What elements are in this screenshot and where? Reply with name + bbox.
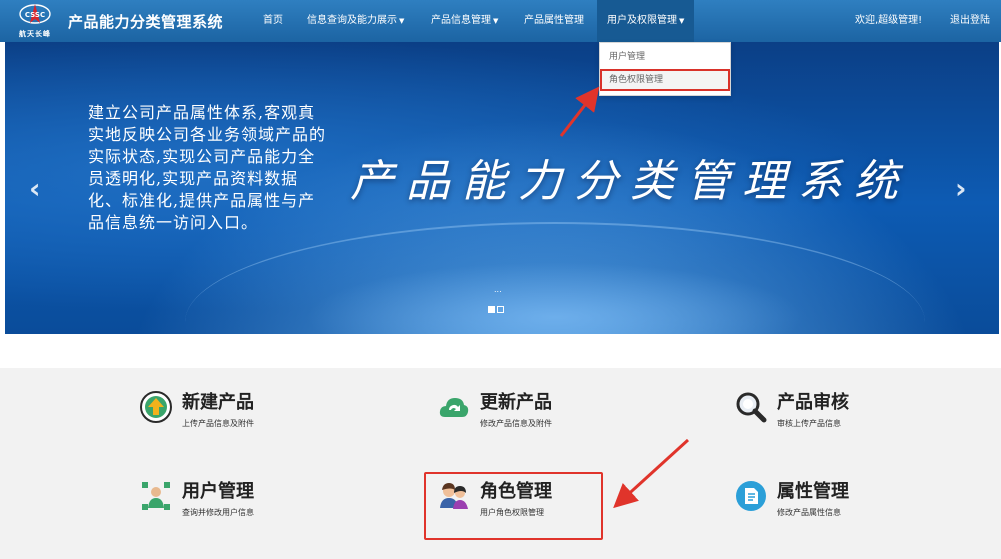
arrow-to-dropdown <box>559 86 600 137</box>
annotation-arrows <box>559 86 690 509</box>
arrow-to-role-management <box>613 438 690 509</box>
